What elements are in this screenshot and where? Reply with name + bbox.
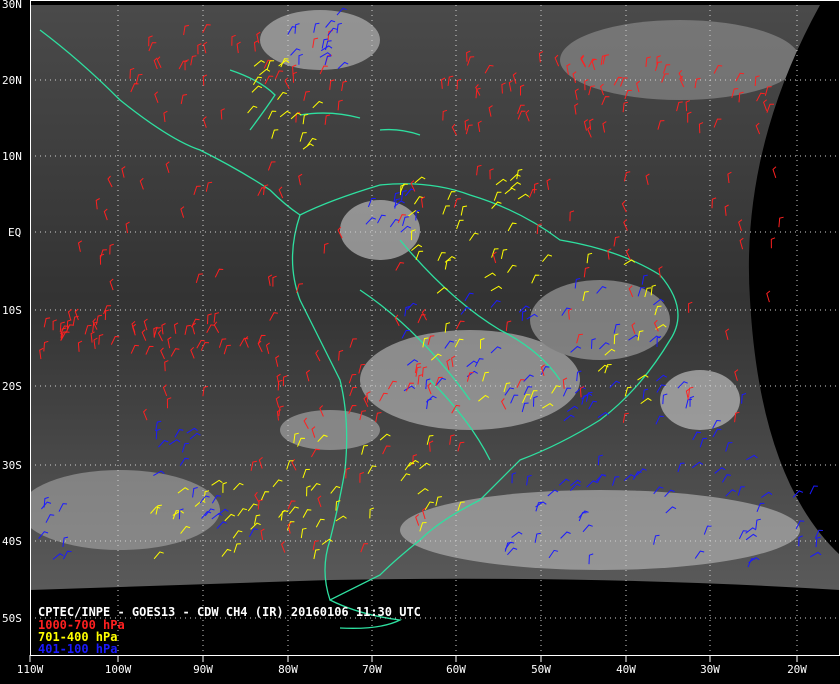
lon-label-30w: 30W: [700, 663, 720, 676]
lon-label-20w: 20W: [787, 663, 807, 676]
lon-label-50w: 50W: [531, 663, 551, 676]
lat-label-10n: 10N: [2, 150, 22, 163]
lat-label-10s: 10S: [2, 304, 22, 317]
wind-barb: [766, 290, 771, 303]
satellite-map: 30N 20N 10N EQ 10S 20S 30S 40S 50S 110W …: [0, 0, 840, 680]
lon-label-90w: 90W: [193, 663, 213, 676]
lon-label-60w: 60W: [446, 663, 466, 676]
lat-label-50s: 50S: [2, 612, 22, 625]
lat-label-30s: 30S: [2, 459, 22, 472]
lat-label-20n: 20N: [2, 74, 22, 87]
longitude-labels: 110W 100W 90W 80W 70W 60W 50W 40W 30W 20…: [17, 663, 808, 676]
axis-ticks: [29, 655, 798, 662]
lat-label-30n: 30N: [2, 0, 22, 11]
lon-label-100w: 100W: [105, 663, 132, 676]
lat-label-40s: 40S: [2, 535, 22, 548]
satellite-map-canvas: 30N 20N 10N EQ 10S 20S 30S 40S 50S 110W …: [2, 0, 840, 676]
lon-label-80w: 80W: [278, 663, 298, 676]
lat-label-eq: EQ: [8, 226, 21, 239]
caption-block: CPTEC/INPE - GOES13 - CDW CH4 (IR) 20160…: [38, 605, 421, 656]
caption-title: CPTEC/INPE - GOES13 - CDW CH4 (IR) 20160…: [38, 605, 421, 619]
lon-label-40w: 40W: [616, 663, 636, 676]
legend-high-level: 401-100 hPa: [38, 642, 117, 656]
wind-barb: [809, 485, 818, 495]
lat-label-20s: 20S: [2, 380, 22, 393]
latitude-labels: 30N 20N 10N EQ 10S 20S 30S 40S 50S: [2, 0, 22, 625]
wind-barb: [778, 216, 784, 228]
lon-label-70w: 70W: [362, 663, 382, 676]
wind-barb: [770, 237, 776, 249]
wind-barb: [772, 166, 777, 179]
lon-label-110w: 110W: [17, 663, 44, 676]
